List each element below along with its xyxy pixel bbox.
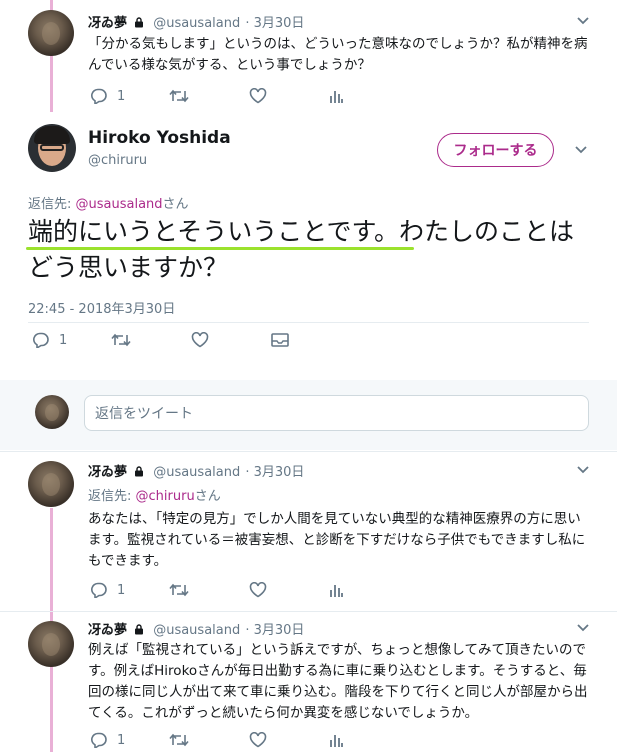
retweet-button[interactable] [111,333,131,347]
tweet-text: 端的にいうとそういうことです。わたしのことはどう思いますか？ [28,217,575,282]
timestamp[interactable]: 3月30日 [254,465,305,480]
analytics-icon [330,585,344,597]
lock-icon [135,17,144,28]
reply-icon [91,582,107,598]
retweet-icon [169,583,189,597]
handle[interactable]: @usausaland [153,623,240,638]
reply-button[interactable]: 1 [32,332,67,348]
like-button[interactable] [249,732,267,748]
tweet-header: 冴ゐ夢 @usausaland · 3月30日 [88,465,305,480]
reply-to: 返信先: @chiruruさん [88,489,221,504]
analytics-button[interactable] [329,88,344,104]
heart-icon [249,732,267,748]
tweet-text: あなたは、「特定の見方」でしか人間を見ていない典型的な精神医療界の方に思います。… [88,511,586,569]
dm-button[interactable] [271,333,290,347]
retweet-button[interactable] [169,583,189,597]
chevron-down-icon[interactable] [574,145,588,155]
avatar[interactable] [28,10,74,56]
avatar[interactable] [28,461,74,507]
reply-icon [91,732,107,748]
chevron-down-icon[interactable] [576,465,590,475]
avatar[interactable] [28,621,74,667]
reply-count: 1 [59,332,68,348]
heart-icon [249,582,267,598]
chevron-down-icon[interactable] [576,623,590,633]
display-name[interactable]: Hiroko Yoshida [88,128,231,148]
tweet-header: 冴ゐ夢 @usausaland · 3月30日 [88,623,305,638]
analytics-icon [330,735,344,747]
tweet-actions: 1 [90,580,344,600]
reply-button[interactable]: 1 [90,582,125,598]
timestamp[interactable]: 3月30日 [254,16,305,31]
lock-icon [135,466,144,477]
retweet-icon [169,89,189,103]
reply-icon [33,332,49,348]
display-name[interactable]: 冴ゐ夢 [88,16,127,31]
reply-button[interactable]: 1 [90,732,125,748]
lock-icon [135,624,144,635]
analytics-button[interactable] [329,582,344,598]
analytics-button[interactable] [329,732,344,748]
tweet-actions: 1 [90,730,344,750]
timestamp[interactable]: 3月30日 [254,623,305,638]
mention-link[interactable]: @chiruru [136,489,195,504]
follow-button[interactable]: フォローする [437,133,554,167]
retweet-icon [169,733,189,747]
reply-button[interactable]: 1 [90,88,125,104]
retweet-button[interactable] [169,89,189,103]
retweet-button[interactable] [169,733,189,747]
like-button[interactable] [249,88,267,104]
reply-count: 1 [117,88,126,104]
tweet-2[interactable]: 冴ゐ夢 @usausaland · 3月30日 返信先: @chiruruさん … [0,451,617,611]
tweet-1[interactable]: 冴ゐ夢 @usausaland · 3月30日 「分かる気もします」というのは、… [0,0,617,112]
tweet-header: 冴ゐ夢 @usausaland · 3月30日 [88,16,305,31]
envelope-icon [271,333,290,347]
tweet-actions: 1 [90,86,344,106]
handle[interactable]: @usausaland [153,16,240,31]
like-button[interactable] [191,332,209,348]
display-name[interactable]: 冴ゐ夢 [88,465,127,480]
analytics-icon [330,91,344,103]
reply-to: 返信先: @usausalandさん [28,197,189,212]
avatar[interactable] [28,124,76,172]
chevron-down-icon[interactable] [576,16,590,26]
handle[interactable]: @usausaland [153,465,240,480]
focused-tweet: Hiroko Yoshida @chiruru フォローする 返信先: @usa… [0,112,617,380]
display-name[interactable]: 冴ゐ夢 [88,623,127,638]
reply-input[interactable]: 返信をツイート [84,395,589,431]
reply-count: 1 [117,732,126,748]
tweet-text: 例えば「監視されている」という訴えですが、ちょっと想像してみて頂きたいのです。例… [88,642,588,721]
avatar [35,395,69,429]
reply-icon [91,88,107,104]
heart-icon [191,332,209,348]
tweet-actions: 1 [32,330,290,350]
reply-count: 1 [117,582,126,598]
retweet-icon [111,333,131,347]
tweet-3[interactable]: 冴ゐ夢 @usausaland · 3月30日 例えば「監視されている」という訴… [0,611,617,752]
mention-link[interactable]: @usausaland [76,197,163,212]
heart-icon [249,88,267,104]
tweet-text: 「分かる気もします」というのは、どういった意味なのでしょうか？私が精神を病んでい… [88,36,588,73]
handle[interactable]: @chiruru [88,153,147,168]
tweet-timestamp[interactable]: 22:45 - 2018年3月30日 [28,298,175,317]
like-button[interactable] [249,582,267,598]
